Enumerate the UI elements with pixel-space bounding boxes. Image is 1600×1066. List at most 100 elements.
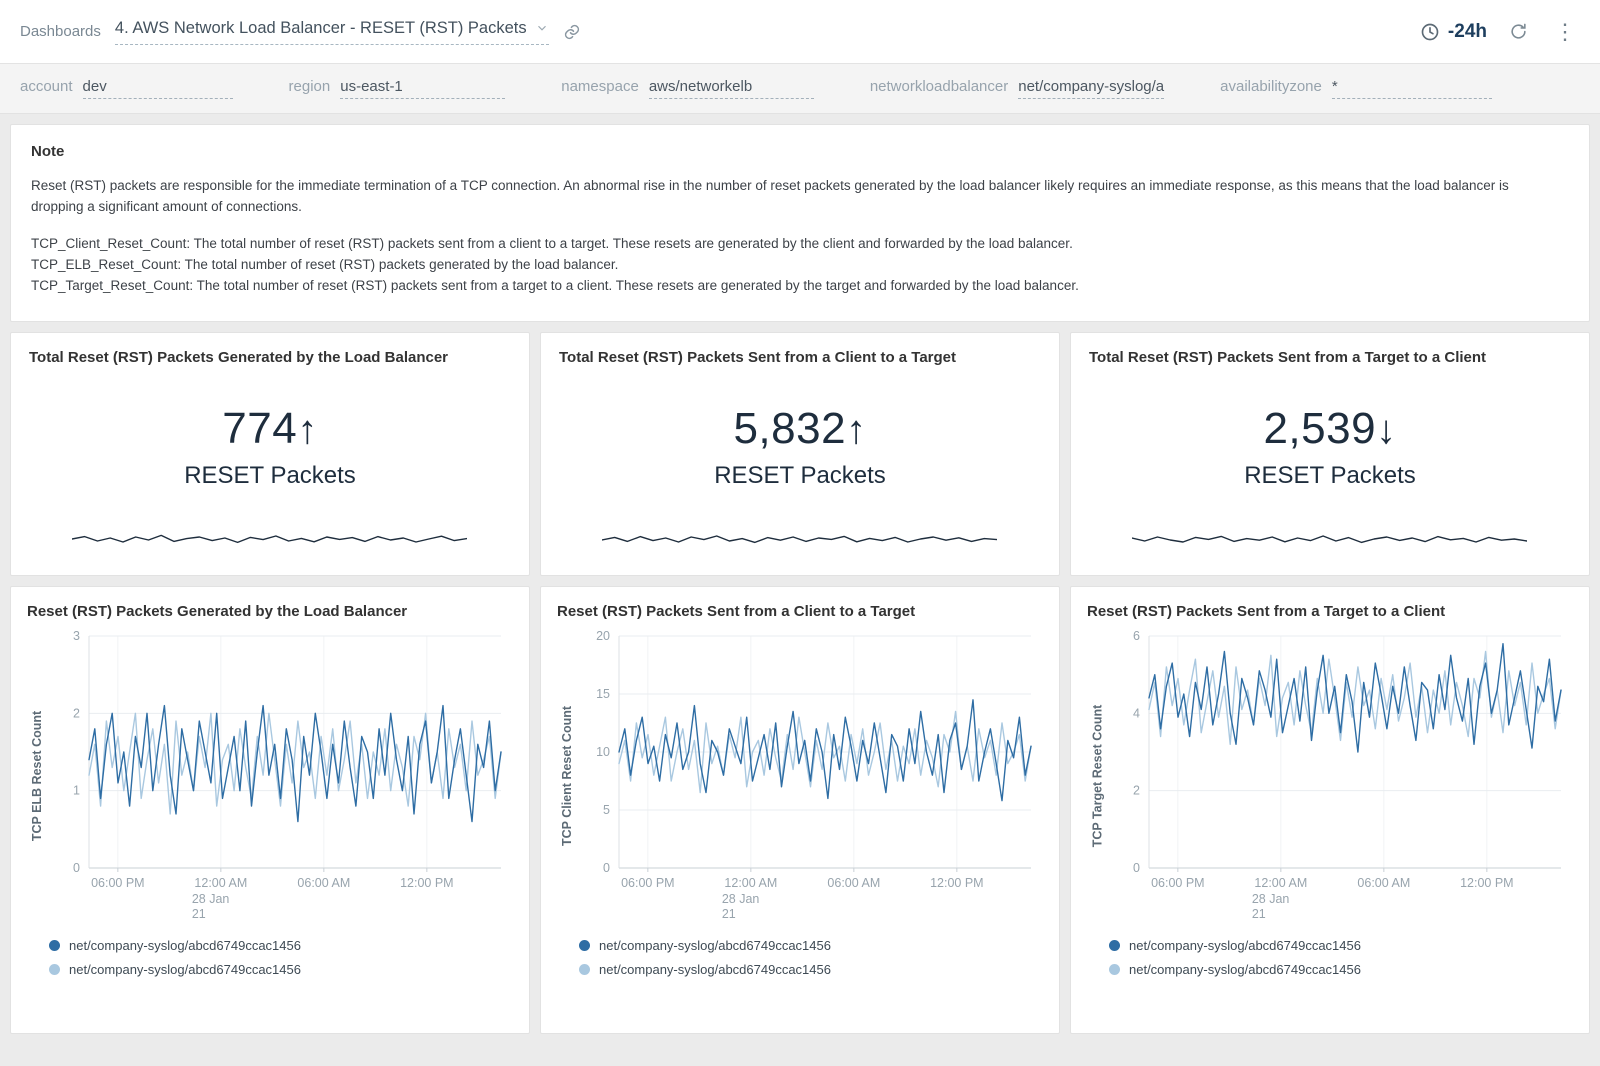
dashboard-title-dropdown[interactable]: 4. AWS Network Load Balancer - RESET (RS… <box>115 19 549 45</box>
series-color-dot <box>1109 940 1120 951</box>
chart-panel-elb-reset: Reset (RST) Packets Generated by the Loa… <box>10 586 530 1034</box>
chart-legend: net/company-syslog/abcd6749ccac1456 net/… <box>1087 938 1575 977</box>
chart-area: TCP Client Reset Count 0510152006:00 PM1… <box>557 626 1045 926</box>
time-range-label: -24h <box>1448 21 1487 43</box>
panel-title: Reset (RST) Packets Generated by the Loa… <box>27 603 515 620</box>
chart-panel-client-reset: Reset (RST) Packets Sent from a Client t… <box>540 586 1060 1034</box>
sparkline <box>72 529 467 549</box>
svg-text:21: 21 <box>192 907 206 921</box>
stat-panel-client-reset: Total Reset (RST) Packets Sent from a Cl… <box>540 332 1060 576</box>
chart-area: TCP Target Reset Count 024606:00 PM12:00… <box>1087 626 1575 926</box>
refresh-icon[interactable] <box>1509 22 1528 41</box>
breadcrumb[interactable]: Dashboards <box>20 23 101 40</box>
svg-text:12:00 PM: 12:00 PM <box>1460 876 1514 890</box>
legend-item[interactable]: net/company-syslog/abcd6749ccac1456 <box>49 962 515 977</box>
note-definition: TCP_Client_Reset_Count: The total number… <box>31 234 1569 255</box>
stat-panel-target-reset: Total Reset (RST) Packets Sent from a Ta… <box>1070 332 1590 576</box>
series-color-dot <box>579 964 590 975</box>
legend-label: net/company-syslog/abcd6749ccac1456 <box>1129 962 1361 977</box>
dashboard-app: Dashboards 4. AWS Network Load Balancer … <box>0 0 1600 1066</box>
sparkline <box>1132 529 1527 549</box>
panel-title: Total Reset (RST) Packets Generated by t… <box>29 349 511 366</box>
stat-value: 2,539↓ <box>1263 404 1396 454</box>
legend-label: net/company-syslog/abcd6749ccac1456 <box>69 938 301 953</box>
filter-label: availabilityzone <box>1220 78 1322 95</box>
series-color-dot <box>579 940 590 951</box>
top-bar: Dashboards 4. AWS Network Load Balancer … <box>0 0 1600 64</box>
page-title: 4. AWS Network Load Balancer - RESET (RS… <box>115 19 527 38</box>
panel-title: Total Reset (RST) Packets Sent from a Ta… <box>1089 349 1571 366</box>
svg-text:4: 4 <box>1133 706 1140 720</box>
svg-text:06:00 AM: 06:00 AM <box>827 876 880 890</box>
chart-canvas: 024606:00 PM12:00 AM28 Jan2106:00 AM12:0… <box>1107 626 1575 926</box>
note-panel: Note Reset (RST) packets are responsible… <box>10 124 1590 322</box>
y-axis-label: TCP Client Reset Count <box>557 626 577 926</box>
link-icon[interactable] <box>563 23 581 41</box>
svg-text:06:00 PM: 06:00 PM <box>1151 876 1205 890</box>
chevron-down-icon <box>535 21 549 35</box>
svg-text:1: 1 <box>73 783 80 797</box>
legend-label: net/company-syslog/abcd6749ccac1456 <box>1129 938 1361 953</box>
filter-account[interactable]: account dev <box>20 78 233 99</box>
legend-label: net/company-syslog/abcd6749ccac1456 <box>599 962 831 977</box>
charts-row: Reset (RST) Packets Generated by the Loa… <box>10 586 1590 1034</box>
svg-text:0: 0 <box>603 861 610 875</box>
stat-value-block: 774↑ RESET Packets <box>29 366 511 529</box>
legend-item[interactable]: net/company-syslog/abcd6749ccac1456 <box>49 938 515 953</box>
svg-text:28 Jan: 28 Jan <box>192 892 230 906</box>
chart-panel-target-reset: Reset (RST) Packets Sent from a Target t… <box>1070 586 1590 1034</box>
filter-label: namespace <box>561 78 639 95</box>
filter-bar: account dev region us-east-1 namespace a… <box>0 64 1600 114</box>
note-paragraph: Reset (RST) packets are responsible for … <box>31 176 1551 218</box>
legend-label: net/company-syslog/abcd6749ccac1456 <box>599 938 831 953</box>
filter-availabilityzone[interactable]: availabilityzone * <box>1220 78 1492 99</box>
filter-value[interactable]: net/company-syslog/a <box>1018 78 1164 99</box>
filter-label: region <box>289 78 331 95</box>
svg-text:2: 2 <box>1133 783 1140 797</box>
time-range-control[interactable]: -24h <box>1420 21 1487 43</box>
filter-value[interactable]: dev <box>83 78 233 99</box>
filter-networkloadbalancer[interactable]: networkloadbalancer net/company-syslog/a <box>870 78 1164 99</box>
svg-text:21: 21 <box>722 907 736 921</box>
svg-text:06:00 AM: 06:00 AM <box>297 876 350 890</box>
stat-value-block: 5,832↑ RESET Packets <box>559 366 1041 529</box>
svg-text:06:00 AM: 06:00 AM <box>1357 876 1410 890</box>
note-definitions: TCP_Client_Reset_Count: The total number… <box>31 234 1569 297</box>
svg-text:06:00 PM: 06:00 PM <box>91 876 145 890</box>
y-axis-label: TCP ELB Reset Count <box>27 626 47 926</box>
topbar-actions: -24h ⋮ <box>1420 21 1580 43</box>
legend-item[interactable]: net/company-syslog/abcd6749ccac1456 <box>1109 962 1575 977</box>
sparkline <box>602 529 997 549</box>
svg-text:12:00 AM: 12:00 AM <box>194 876 247 890</box>
svg-text:20: 20 <box>596 629 610 643</box>
filter-value[interactable]: * <box>1332 78 1492 99</box>
filter-value[interactable]: us-east-1 <box>340 78 505 99</box>
trend-up-icon: ↑ <box>297 408 318 452</box>
series-color-dot <box>1109 964 1120 975</box>
clock-icon <box>1420 22 1440 42</box>
svg-text:21: 21 <box>1252 907 1266 921</box>
svg-text:0: 0 <box>73 861 80 875</box>
filter-region[interactable]: region us-east-1 <box>289 78 506 99</box>
filter-label: account <box>20 78 73 95</box>
stats-row: Total Reset (RST) Packets Generated by t… <box>10 332 1590 576</box>
svg-text:28 Jan: 28 Jan <box>722 892 760 906</box>
stat-unit: RESET Packets <box>714 462 886 490</box>
note-title: Note <box>31 143 1569 160</box>
series-color-dot <box>49 940 60 951</box>
legend-item[interactable]: net/company-syslog/abcd6749ccac1456 <box>1109 938 1575 953</box>
filter-value[interactable]: aws/networkelb <box>649 78 814 99</box>
trend-down-icon: ↓ <box>1376 408 1397 452</box>
svg-text:2: 2 <box>73 706 80 720</box>
legend-item[interactable]: net/company-syslog/abcd6749ccac1456 <box>579 938 1045 953</box>
chart-area: TCP ELB Reset Count 012306:00 PM12:00 AM… <box>27 626 515 926</box>
kebab-menu-icon[interactable]: ⋮ <box>1550 21 1580 43</box>
svg-text:06:00 PM: 06:00 PM <box>621 876 675 890</box>
filter-namespace[interactable]: namespace aws/networkelb <box>561 78 814 99</box>
svg-text:5: 5 <box>603 803 610 817</box>
stat-value-block: 2,539↓ RESET Packets <box>1089 366 1571 529</box>
panel-title: Reset (RST) Packets Sent from a Client t… <box>557 603 1045 620</box>
legend-item[interactable]: net/company-syslog/abcd6749ccac1456 <box>579 962 1045 977</box>
legend-label: net/company-syslog/abcd6749ccac1456 <box>69 962 301 977</box>
stat-value: 774↑ <box>222 404 317 454</box>
